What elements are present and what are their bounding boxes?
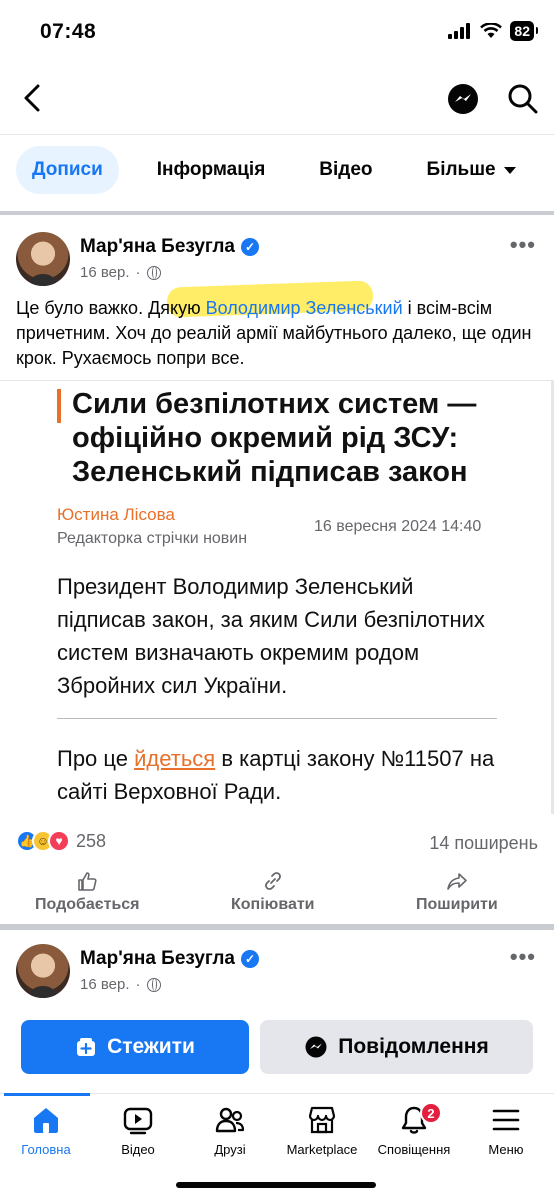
love-reaction-icon: ♥ (48, 830, 70, 852)
home-icon (34, 1108, 58, 1133)
status-icons: 82 (448, 21, 538, 41)
copy-button[interactable]: Копіювати (231, 870, 315, 914)
nav-notifications[interactable]: 2 Сповіщення (368, 1102, 460, 1157)
nav-friends-label: Друзі (214, 1142, 246, 1157)
tab-video-label: Відео (319, 159, 373, 180)
post-actions: Подобається Копіювати Поширити (0, 870, 554, 920)
article-author-role: Редакторка стрічки новин (57, 530, 248, 547)
message-button[interactable]: Повідомлення (260, 1020, 533, 1074)
share-label: Поширити (416, 896, 498, 913)
search-icon[interactable] (506, 82, 540, 116)
signal-icon (448, 23, 471, 39)
article-author: Юстина Лісова (57, 505, 175, 524)
like-button[interactable]: Подобається (35, 870, 140, 914)
tab-info-label: Інформація (156, 159, 266, 180)
messenger-icon[interactable] (446, 82, 480, 116)
article-date: 16 вересня 2024 14:40 (314, 518, 482, 535)
share-button[interactable]: Поширити (416, 870, 498, 914)
nav-marketplace[interactable]: Marketplace (276, 1104, 368, 1157)
tab-more[interactable]: Більше (411, 146, 532, 194)
tab-posts[interactable]: Дописи (16, 146, 119, 194)
home-indicator (176, 1182, 376, 1188)
nav-video[interactable]: Відео (92, 1104, 184, 1157)
tab-info[interactable]: Інформація (141, 146, 282, 194)
second-meta-separator: · (135, 976, 141, 993)
tab-more-label: Більше (426, 159, 496, 180)
second-post-meta: 16 вер. · (80, 976, 161, 993)
nav-marketplace-label: Marketplace (286, 1142, 358, 1157)
meta-separator: · (135, 264, 141, 281)
marketplace-icon (308, 1106, 336, 1134)
nav-home-label: Головна (21, 1142, 71, 1157)
follow-button[interactable]: Стежити (21, 1020, 249, 1074)
more-options-icon[interactable]: ••• (510, 232, 536, 258)
article-accent-bar (57, 389, 61, 423)
follow-icon (77, 1038, 96, 1056)
wifi-icon (480, 23, 503, 38)
verified-badge-icon: ✓ (241, 238, 259, 256)
article-divider (57, 718, 497, 719)
nav-home[interactable]: Головна (0, 1104, 92, 1157)
top-bar (0, 66, 554, 132)
follow-label: Стежити (107, 1035, 195, 1058)
article-footer-start: Про це (57, 746, 135, 771)
nav-menu[interactable]: Меню (460, 1104, 552, 1157)
nav-active-indicator (4, 1093, 90, 1096)
copy-label: Копіювати (231, 896, 315, 913)
avatar[interactable] (16, 232, 70, 286)
post-text: Це було важко. Дякую Володимир Зеленськи… (16, 296, 538, 371)
notifications-badge: 2 (420, 1102, 442, 1124)
section-separator (0, 211, 554, 215)
menu-icon (492, 1109, 520, 1131)
article-title: Сили безпілотних систем — офіційно окрем… (72, 388, 477, 488)
nav-menu-label: Меню (488, 1142, 524, 1157)
second-avatar[interactable] (16, 944, 70, 998)
post-author[interactable]: Мар'яна Безугла ✓ (80, 236, 259, 258)
share-arrow-icon (447, 873, 467, 890)
post-author-name: Мар'яна Безугла (80, 236, 235, 257)
reactions-count: 258 (76, 830, 107, 851)
thumbs-up-icon (78, 872, 97, 891)
second-post-author[interactable]: Мар'яна Безугла ✓ (80, 948, 259, 970)
second-post-header: Мар'яна Безугла ✓ 16 вер. · ••• (0, 942, 554, 1002)
post-separator (0, 924, 554, 930)
tab-video[interactable]: Відео (303, 146, 388, 194)
tab-posts-label: Дописи (32, 159, 103, 180)
nav-notifications-label: Сповіщення (377, 1142, 451, 1157)
profile-tabs: Дописи Інформація Відео Більше (0, 140, 554, 200)
post-date[interactable]: 16 вер. (80, 264, 130, 281)
message-label: Повідомлення (338, 1035, 489, 1058)
article-body: Президент Володимир Зеленський підписав … (57, 574, 485, 698)
nav-friends[interactable]: Друзі (184, 1104, 276, 1157)
back-arrow-icon[interactable] (18, 80, 48, 116)
article-footer: Про це йдеться в картці закону №11507 на… (57, 742, 517, 808)
header-divider (0, 134, 554, 135)
battery-indicator: 82 (510, 21, 538, 41)
article-link: йдеться (134, 746, 216, 771)
status-time: 07:48 (40, 20, 97, 43)
status-bar: 07:48 82 (0, 0, 554, 66)
second-globe-icon (146, 977, 161, 992)
globe-icon (146, 265, 161, 280)
nav-video-label: Відео (121, 1142, 155, 1157)
article-image[interactable]: Сили безпілотних систем — офіційно окрем… (0, 380, 554, 814)
chevron-down-icon (503, 166, 516, 174)
top-actions (446, 82, 540, 116)
post-meta: 16 вер. · (80, 264, 161, 281)
second-more-options-icon[interactable]: ••• (510, 944, 536, 970)
reactions-summary[interactable]: 👍 ☺ ♥ 258 (16, 830, 106, 852)
second-post-author-name: Мар'яна Безугла (80, 948, 235, 969)
shares-count[interactable]: 14 поширень (429, 833, 538, 854)
second-verified-badge-icon: ✓ (241, 950, 259, 968)
link-icon (264, 872, 281, 890)
post-header: Мар'яна Безугла ✓ 16 вер. · ••• (0, 230, 554, 290)
messenger-button-icon (305, 1036, 327, 1058)
post-text-start: Це було важко. Дякую (16, 298, 206, 318)
like-label: Подобається (35, 896, 140, 913)
mention-link[interactable]: Володимир Зеленський (206, 298, 403, 318)
video-icon (123, 1107, 153, 1135)
friends-icon (215, 1107, 245, 1133)
second-post-date[interactable]: 16 вер. (80, 976, 130, 993)
